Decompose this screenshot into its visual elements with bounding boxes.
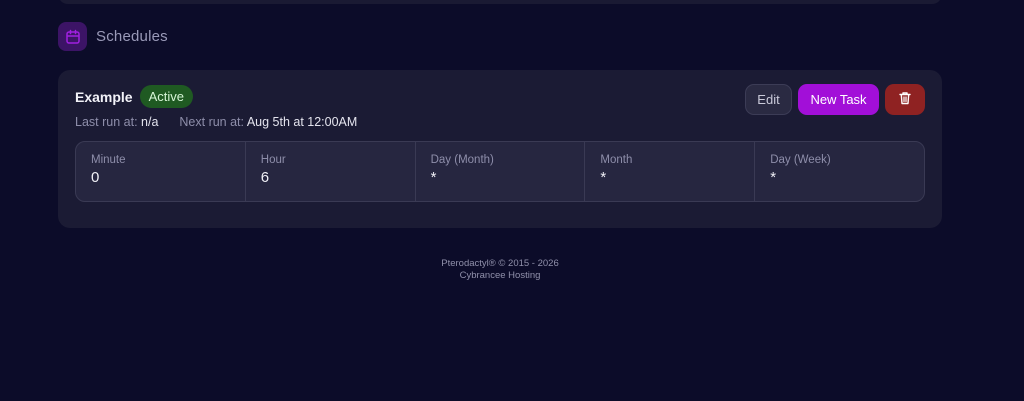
next-run-value: Aug 5th at 12:00AM xyxy=(246,115,358,129)
footer-copyright: Pterodactyl® © 2015 - 2026 xyxy=(441,258,559,269)
status-badge: Active xyxy=(139,85,193,108)
cron-value: * xyxy=(600,169,607,186)
cron-hour: Hour 6 xyxy=(244,142,415,201)
footer-host: Cybrancee Hosting xyxy=(459,270,541,281)
cron-day-of-week: Day (Week) * xyxy=(754,142,924,201)
cron-label: Day (Month) xyxy=(430,154,494,166)
cron-label: Day (Week) xyxy=(770,154,831,166)
cron-value: 0 xyxy=(91,169,100,186)
cron-month: Month * xyxy=(584,142,754,201)
cron-value: * xyxy=(430,169,437,186)
cron-value: * xyxy=(770,169,777,186)
cron-value: 6 xyxy=(260,169,270,186)
edit-button[interactable]: Edit xyxy=(745,84,792,115)
cron-label: Month xyxy=(600,154,633,166)
footer: Pterodactyl® © 2015 - 2026 Cybrancee Hos… xyxy=(0,258,1000,282)
schedule-heading: Example Active xyxy=(75,85,193,108)
trash-icon xyxy=(898,91,912,108)
schedule-actions: Edit New Task xyxy=(745,84,925,115)
last-run-value: n/a xyxy=(141,115,159,129)
last-run-label: Last run at: xyxy=(75,115,138,129)
run-info: Last run at: n/a Next run at: Aug 5th at… xyxy=(75,115,357,129)
previous-card-edge xyxy=(58,0,942,4)
calendar-icon xyxy=(58,22,87,51)
next-run-label: Next run at: xyxy=(179,115,245,129)
schedules-section-header: Schedules xyxy=(58,22,168,51)
cron-day-of-month: Day (Month) * xyxy=(414,142,585,201)
schedule-card[interactable]: Example Active Last run at: n/a Next run… xyxy=(58,70,942,228)
schedule-name: Example xyxy=(75,88,133,105)
section-title: Schedules xyxy=(96,28,168,45)
cron-label: Hour xyxy=(260,154,286,166)
delete-button[interactable] xyxy=(885,84,925,115)
cron-grid: Minute 0 Hour 6 Day (Month) * Month * Da… xyxy=(75,141,925,202)
cron-minute: Minute 0 xyxy=(76,142,245,201)
new-task-button[interactable]: New Task xyxy=(798,84,879,115)
cron-label: Minute xyxy=(91,154,126,166)
